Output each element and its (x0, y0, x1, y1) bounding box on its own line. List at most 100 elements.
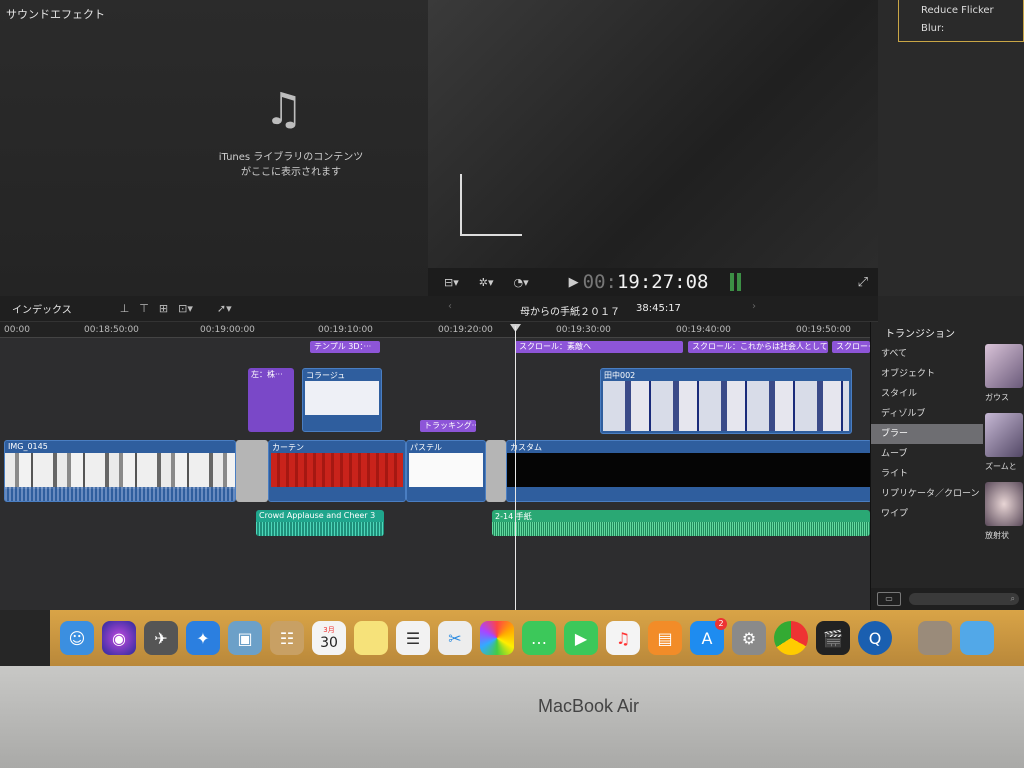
play-icon[interactable]: ▶ (569, 275, 579, 290)
calendar-month: 3月 (323, 626, 335, 634)
transitions-footer: ▭ ⌕ (871, 588, 1024, 610)
clip-thumbnail (409, 453, 483, 487)
category-movements[interactable]: ムーブ (871, 444, 983, 464)
brand-label: MacBook Air (538, 696, 640, 716)
finder-icon[interactable]: ☺ (60, 621, 94, 655)
safari-icon[interactable]: ✦ (186, 621, 220, 655)
view-options-icon[interactable]: ⊟▾ (440, 276, 463, 289)
ruler-label: 00:19:00:00 (200, 325, 255, 335)
category-replicator[interactable]: リプリケータ／クローン (871, 484, 983, 504)
quicktime-icon[interactable]: Q (858, 621, 892, 655)
downloads-stack-icon[interactable] (918, 621, 952, 655)
ruler-label: 00:19:20:00 (438, 325, 493, 335)
clip-thumbnail (507, 453, 871, 487)
calendar-icon[interactable]: 3月 30 (312, 621, 346, 655)
final-cut-pro-icon[interactable]: 🎬 (816, 621, 850, 655)
clip-thumbnail (305, 381, 379, 415)
system-preferences-icon[interactable]: ⚙ (732, 621, 766, 655)
category-dissolves[interactable]: ディゾルブ (871, 404, 983, 424)
ruler-label: 00:19:10:00 (318, 325, 373, 335)
primary-clip-pastel[interactable]: パステル (406, 440, 486, 502)
reminders-icon[interactable]: ☰ (396, 621, 430, 655)
chrome-icon[interactable] (774, 621, 808, 655)
transition-categories: すべて オブジェクト スタイル ディゾルブ ブラー ムーブ ライト リプリケータ… (871, 344, 983, 524)
inspector-reduce-flicker[interactable]: Reduce Flicker (921, 2, 1001, 20)
connected-clip-collage[interactable]: コラージュ (302, 368, 382, 432)
ruler-label: 00:19:50:00 (796, 325, 851, 335)
title-clip-temple[interactable]: テンプル 3D：··· (310, 341, 380, 353)
primary-clip-img0145[interactable]: IMG_0145 (4, 440, 236, 502)
clip-label: Crowd Applause and Cheer 3 (259, 511, 376, 520)
category-objects[interactable]: オブジェクト (871, 364, 983, 384)
index-button[interactable]: インデックス (12, 301, 72, 316)
category-stylized[interactable]: スタイル (871, 384, 983, 404)
audio-waveform (256, 522, 384, 536)
primary-clip-curtain[interactable]: カーテン (268, 440, 406, 502)
playhead[interactable] (515, 326, 516, 610)
thumb-label: ガウス (985, 393, 1009, 402)
fullscreen-icon[interactable]: ⤢ (858, 275, 868, 290)
select-tool-icon[interactable]: ➚▾ (217, 302, 232, 315)
audio-clip-applause[interactable]: Crowd Applause and Cheer 3 (256, 510, 384, 536)
timeline-body[interactable]: テンプル 3D：··· スクロール：素敵へ スクロール：これからは社会人として·… (0, 338, 872, 610)
transition-thumbnails: ガウス ズームと 放射状 (985, 344, 1024, 551)
search-icon: ⌕ (1010, 594, 1015, 603)
sound-effects-title: サウンドエフェクト (6, 8, 105, 21)
app-store-badge: 2 (715, 618, 727, 630)
audio-meter-right (737, 273, 742, 291)
folder-icon[interactable] (960, 621, 994, 655)
thumb-radial[interactable] (985, 482, 1023, 526)
clip-filmstrip (603, 381, 849, 431)
connected-clip-left[interactable]: 左：株··· (248, 368, 294, 432)
music-note-icon: ♫ (264, 84, 304, 135)
title-clip-scroll-3[interactable]: スクロー··· (832, 341, 870, 353)
overwrite-icon[interactable]: ⊡▾ (178, 302, 193, 315)
transition-marker[interactable] (486, 440, 506, 502)
app-store-icon[interactable]: A2 (690, 618, 727, 655)
notes-icon[interactable] (354, 621, 388, 655)
title-clip-tracking[interactable]: トラッキング··· (420, 420, 476, 432)
siri-icon[interactable]: ◉ (102, 621, 136, 655)
transform-tools-icon[interactable]: ✲▾ (475, 276, 498, 289)
messages-icon[interactable]: … (522, 621, 556, 655)
thumb-label: 放射状 (985, 531, 1009, 540)
itunes-icon[interactable]: ♫ (606, 621, 640, 655)
scissors-icon[interactable]: ✂ (438, 621, 472, 655)
facetime-icon[interactable]: ▶ (564, 621, 598, 655)
append-icon[interactable]: ⊞ (159, 302, 168, 315)
thumb-zoom[interactable] (985, 413, 1023, 457)
contacts-icon[interactable]: ☷ (270, 621, 304, 655)
sidebar-toggle-icon[interactable]: ▭ (877, 592, 901, 606)
title-clip-scroll-1[interactable]: スクロール：素敵へ (515, 341, 683, 353)
insert-icon[interactable]: ⊤ (139, 302, 149, 315)
clip-thumbnail (271, 453, 403, 487)
preview-icon[interactable]: ▣ (228, 621, 262, 655)
primary-clip-custom[interactable]: カスタム (506, 440, 872, 502)
photos-icon[interactable] (480, 621, 514, 655)
category-blurs[interactable]: ブラー (871, 424, 983, 444)
transition-marker[interactable] (236, 440, 268, 502)
dock: ☺ ◉ ✈ ✦ ▣ ☷ 3月 30 ☰ ✂ … ▶ ♫ ▤ A2 ⚙ 🎬 Q (50, 610, 1024, 666)
ibooks-icon[interactable]: ▤ (648, 621, 682, 655)
forward-arrow-icon[interactable]: › (752, 301, 756, 312)
inspector-panel (878, 0, 1024, 296)
transitions-search-field[interactable]: ⌕ (909, 593, 1019, 605)
audio-clip-letter[interactable]: 2-14 手紙 (492, 510, 870, 536)
transitions-browser: トランジション すべて オブジェクト スタイル ディゾルブ ブラー ムーブ ライ… (870, 322, 1024, 610)
sound-effects-panel: サウンドエフェクト ♫ iTunes ライブラリのコンテンツ がここに表示されま… (0, 0, 428, 296)
clip-waveform (5, 487, 235, 501)
connected-clip-tanaka[interactable]: 田中002 (600, 368, 852, 434)
timeline-header: インデックス ⊥ ⊤ ⊞ ⊡▾ ➚▾ ‹ 母からの手紙２０１７ 38:45:17… (0, 296, 878, 322)
inspector-blur[interactable]: Blur: (921, 20, 1001, 38)
category-lights[interactable]: ライト (871, 464, 983, 484)
category-wipes[interactable]: ワイプ (871, 504, 983, 524)
screen: サウンドエフェクト ♫ iTunes ライブラリのコンテンツ がここに表示されま… (0, 0, 1024, 666)
thumb-gaussian[interactable] (985, 344, 1023, 388)
connect-icon[interactable]: ⊥ (120, 302, 130, 315)
retime-icon[interactable]: ◔▾ (510, 276, 533, 289)
launchpad-icon[interactable]: ✈ (144, 621, 178, 655)
category-all[interactable]: すべて (871, 344, 983, 364)
title-clip-scroll-2[interactable]: スクロール：これからは社会人として··· (688, 341, 828, 353)
back-arrow-icon[interactable]: ‹ (448, 301, 452, 312)
timeline-ruler[interactable]: 00:00 00:18:50:00 00:19:00:00 00:19:10:0… (0, 322, 878, 338)
